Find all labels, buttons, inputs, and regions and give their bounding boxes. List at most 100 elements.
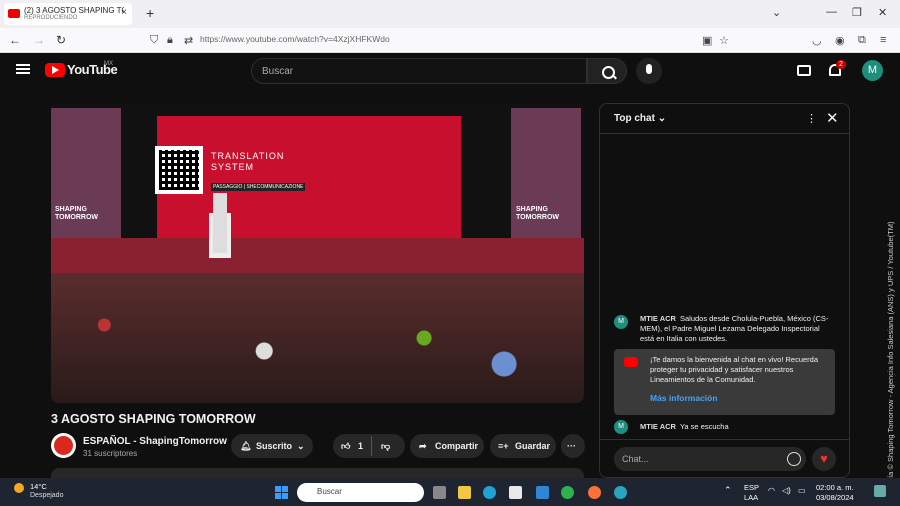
close-window-icon[interactable]: ✕: [878, 6, 887, 19]
bookmark-star-icon[interactable]: ☆: [719, 34, 729, 47]
top-chat-label: Top chat: [614, 113, 655, 124]
subscribed-label: Suscrito: [256, 441, 293, 451]
shield-icon[interactable]: ⛉: [150, 34, 158, 47]
close-tab-icon[interactable]: ×: [121, 7, 127, 18]
share-label: Compartir: [435, 441, 479, 451]
browser-tab-bar: (2) 3 AGOSTO SHAPING TOMORR REPRODUCIEND…: [0, 0, 900, 28]
bell-icon: 🔔︎: [240, 441, 252, 451]
temperature[interactable]: 14°C: [30, 482, 47, 491]
youtube-favicon-icon: [8, 9, 20, 18]
extensions-icon[interactable]: ⧉: [858, 34, 866, 47]
volume-icon[interactable]: ◁): [782, 486, 791, 495]
pocket-icon[interactable]: ◡: [812, 34, 822, 47]
more-actions-button[interactable]: ···: [561, 434, 585, 458]
tab-title: (2) 3 AGOSTO SHAPING TOMORR: [24, 6, 124, 15]
taskbar-search-placeholder: Buscar: [317, 487, 342, 496]
reload-icon[interactable]: ↻: [56, 33, 66, 47]
browser-toolbar: ← → ↻ ⛉ 🔒︎ ⇄ https://www.youtube.com/wat…: [0, 28, 900, 53]
menu-icon[interactable]: ≡: [880, 34, 886, 46]
more-icon: ···: [567, 441, 576, 451]
edge-icon[interactable]: [483, 486, 496, 499]
chevron-down-icon: ⌄: [657, 113, 667, 124]
lock-icon[interactable]: 🔒︎: [167, 34, 173, 47]
tab-subtitle: REPRODUCIENDO: [24, 15, 78, 21]
search-button[interactable]: [587, 58, 627, 84]
chat-message: MTIE ACR Saludos desde Cholula-Puebla, Mé…: [640, 314, 835, 344]
account-icon[interactable]: ◉: [835, 34, 845, 47]
task-view-icon[interactable]: [433, 486, 446, 499]
panel-right-text: SHAPING TOMORROW: [516, 206, 560, 221]
search-input[interactable]: Buscar: [251, 58, 587, 84]
more-info-link[interactable]: Más información: [650, 393, 718, 403]
start-windows-icon[interactable]: [275, 486, 288, 499]
dislike-icon[interactable]: 👎︎: [381, 441, 390, 452]
subscribed-button[interactable]: 🔔︎ Suscrito ⌄: [231, 434, 313, 458]
chat-options-icon[interactable]: ⋮: [806, 112, 817, 125]
chevron-down-icon: ⌄: [297, 441, 305, 451]
like-dislike-group: 👍︎ 1 👎︎: [333, 434, 405, 458]
notification-app-icon[interactable]: [874, 485, 886, 497]
hamburger-menu-icon[interactable]: [16, 64, 30, 74]
youtube-header: YouTube MX Buscar 2 M: [0, 53, 900, 89]
chat-message: MTIE ACR Ya se escucha: [640, 422, 835, 432]
chat-author-avatar[interactable]: M: [614, 315, 628, 329]
reader-icon[interactable]: ▣: [702, 34, 712, 47]
voice-search-icon[interactable]: [636, 58, 662, 84]
channel-name[interactable]: ESPAÑOL - ShapingTomorrow: [83, 436, 227, 447]
chat-author[interactable]: MTIE ACR: [640, 314, 676, 323]
keyboard-layout[interactable]: LAA: [744, 493, 758, 502]
app-icon[interactable]: [614, 486, 627, 499]
channel-avatar[interactable]: [51, 433, 76, 458]
windows-taskbar: 14°C Despejado Buscar ⌃ ESP LAA ◠ ◁) ▭ 0…: [0, 478, 900, 506]
close-chat-icon[interactable]: ✕: [826, 109, 839, 127]
firefox-icon[interactable]: [588, 486, 601, 499]
chat-author-avatar[interactable]: M: [614, 420, 628, 434]
new-tab-icon[interactable]: +: [146, 5, 154, 21]
notification-badge: 2: [836, 60, 846, 69]
chevron-up-icon[interactable]: ⌃: [724, 485, 732, 496]
video-player[interactable]: SHAPING TOMORROW SHAPING TOMORROW TRANSL…: [51, 103, 584, 403]
top-chat-dropdown[interactable]: Top chat ⌄: [614, 113, 666, 124]
forward-icon[interactable]: →: [33, 33, 45, 47]
qr-code-icon: [155, 146, 203, 194]
taskbar-search-input[interactable]: Buscar: [297, 483, 424, 502]
weather-description[interactable]: Despejado: [30, 492, 63, 499]
permissions-icon[interactable]: ⇄: [184, 34, 193, 47]
battery-icon[interactable]: ▭: [798, 486, 806, 495]
tab-list-icon[interactable]: ⌄: [772, 6, 781, 19]
clock-date[interactable]: 03/08/2024: [816, 493, 854, 502]
user-avatar[interactable]: M: [862, 60, 883, 81]
url-field[interactable]: https://www.youtube.com/watch?v=4XzjXHFK…: [200, 34, 390, 44]
share-icon: ➦: [419, 441, 427, 451]
maximize-icon[interactable]: ❐: [852, 6, 862, 19]
share-button[interactable]: ➦ Compartir: [410, 434, 484, 458]
chrome-icon[interactable]: [561, 486, 574, 499]
save-button[interactable]: ≡+ Guardar: [490, 434, 556, 458]
audience: [51, 273, 584, 403]
wifi-icon[interactable]: ◠: [768, 486, 775, 495]
youtube-logo-icon[interactable]: [45, 63, 65, 77]
welcome-text: ¡Te damos la bienvenida al chat en vivo!…: [650, 355, 819, 384]
heart-reaction-icon[interactable]: ♥: [812, 447, 836, 471]
chat-input[interactable]: Chat...: [614, 447, 806, 471]
create-video-icon[interactable]: [797, 65, 811, 76]
stage-side-panel-right: SHAPING TOMORROW: [511, 108, 581, 258]
emoji-icon[interactable]: [787, 452, 801, 466]
like-count[interactable]: 1: [358, 441, 363, 451]
panel-left-text: SHAPING TOMORROW: [55, 206, 99, 221]
chat-author[interactable]: MTIE ACR: [640, 422, 676, 431]
chat-text: Ya se escucha: [679, 422, 729, 431]
language-indicator[interactable]: ESP: [744, 483, 759, 492]
subscriber-count: 31 suscriptores: [83, 449, 138, 458]
browser-tab[interactable]: (2) 3 AGOSTO SHAPING TOMORR REPRODUCIEND…: [4, 3, 132, 25]
weather-icon[interactable]: [14, 483, 24, 493]
chat-footer: Chat... ♥: [600, 439, 849, 478]
intel-icon[interactable]: [536, 486, 549, 499]
back-icon[interactable]: ←: [9, 33, 21, 47]
clock-time[interactable]: 02:00 a. m.: [816, 483, 854, 492]
minimize-icon[interactable]: —: [826, 6, 837, 18]
search-placeholder: Buscar: [262, 66, 294, 77]
store-icon[interactable]: [509, 486, 522, 499]
file-explorer-icon[interactable]: [458, 486, 471, 499]
like-icon[interactable]: 👍︎: [341, 441, 350, 452]
